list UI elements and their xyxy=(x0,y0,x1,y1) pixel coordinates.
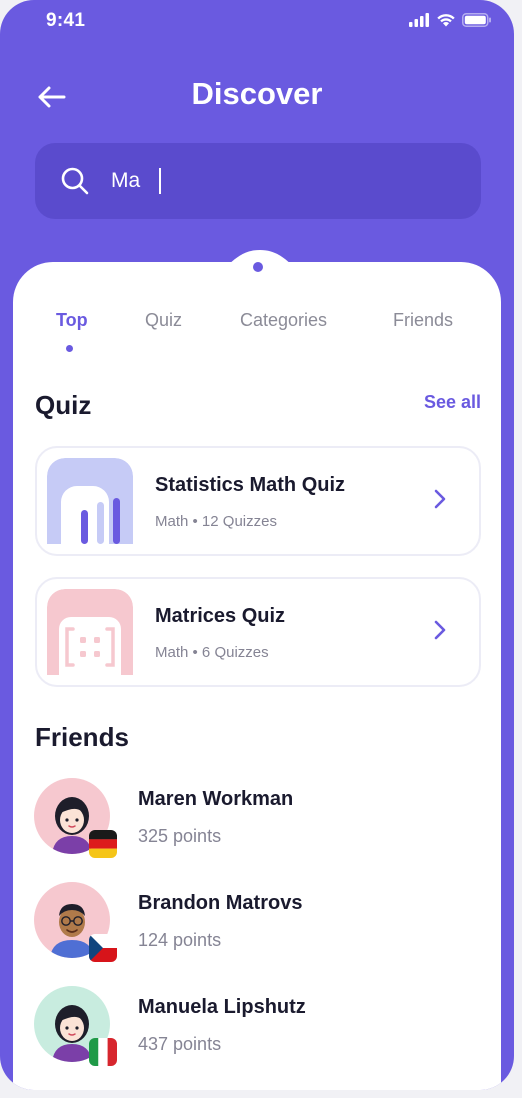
search-icon xyxy=(61,167,89,195)
tab-bar: Top Quiz Categories Friends xyxy=(0,310,514,350)
quiz-meta: Math • 6 Quizzes xyxy=(155,644,269,661)
tab-categories[interactable]: Categories xyxy=(240,310,327,331)
czech-flag-icon xyxy=(89,934,117,962)
quiz-card[interactable]: Statistics Math Quiz Math • 12 Quizzes xyxy=(35,446,481,556)
quiz-name: Statistics Math Quiz xyxy=(155,474,346,496)
tab-friends[interactable]: Friends xyxy=(393,310,453,331)
matrix-icon xyxy=(47,589,133,675)
friend-name: Maren Workman xyxy=(138,788,294,810)
tab-quiz[interactable]: Quiz xyxy=(145,310,182,331)
search-input[interactable] xyxy=(111,169,411,193)
friend-name: Brandon Matrovs xyxy=(138,892,303,914)
germany-flag-icon xyxy=(89,830,117,858)
bar-chart-icon xyxy=(47,458,133,544)
page-title: Discover xyxy=(191,76,323,111)
italy-flag-icon xyxy=(89,1038,117,1066)
text-caret xyxy=(159,168,161,194)
phone-screen: 9:41 Discover Ma Top Quiz Categories Fri… xyxy=(0,0,514,1090)
friends-section-title: Friends xyxy=(35,722,129,752)
friend-name: Manuela Lipshutz xyxy=(138,996,306,1018)
friend-row[interactable]: Brandon Matrovs 124 points xyxy=(34,882,484,972)
status-time: 9:41 xyxy=(46,10,86,31)
wifi-icon xyxy=(437,14,455,27)
active-tab-indicator xyxy=(66,345,73,352)
status-icons xyxy=(408,13,492,27)
friend-points: 325 points xyxy=(138,826,222,846)
quiz-section-title: Quiz xyxy=(35,390,92,420)
battery-icon xyxy=(462,13,491,27)
friend-row[interactable]: Maren Workman 325 points xyxy=(34,778,484,868)
signal-icon xyxy=(409,13,429,27)
search-bar[interactable] xyxy=(35,143,481,219)
quiz-meta: Math • 12 Quizzes xyxy=(155,513,277,530)
quiz-card[interactable]: Matrices Quiz Math • 6 Quizzes xyxy=(35,577,481,687)
friend-points: 124 points xyxy=(138,930,222,950)
see-all-link[interactable]: See all xyxy=(424,392,481,413)
chevron-right-icon xyxy=(434,620,446,640)
quiz-name: Matrices Quiz xyxy=(155,605,286,627)
friend-row[interactable]: Manuela Lipshutz 437 points xyxy=(34,986,484,1076)
tab-top[interactable]: Top xyxy=(56,310,88,331)
sheet-handle-dot xyxy=(253,262,263,272)
friend-points: 437 points xyxy=(138,1034,222,1054)
chevron-right-icon xyxy=(434,489,446,509)
